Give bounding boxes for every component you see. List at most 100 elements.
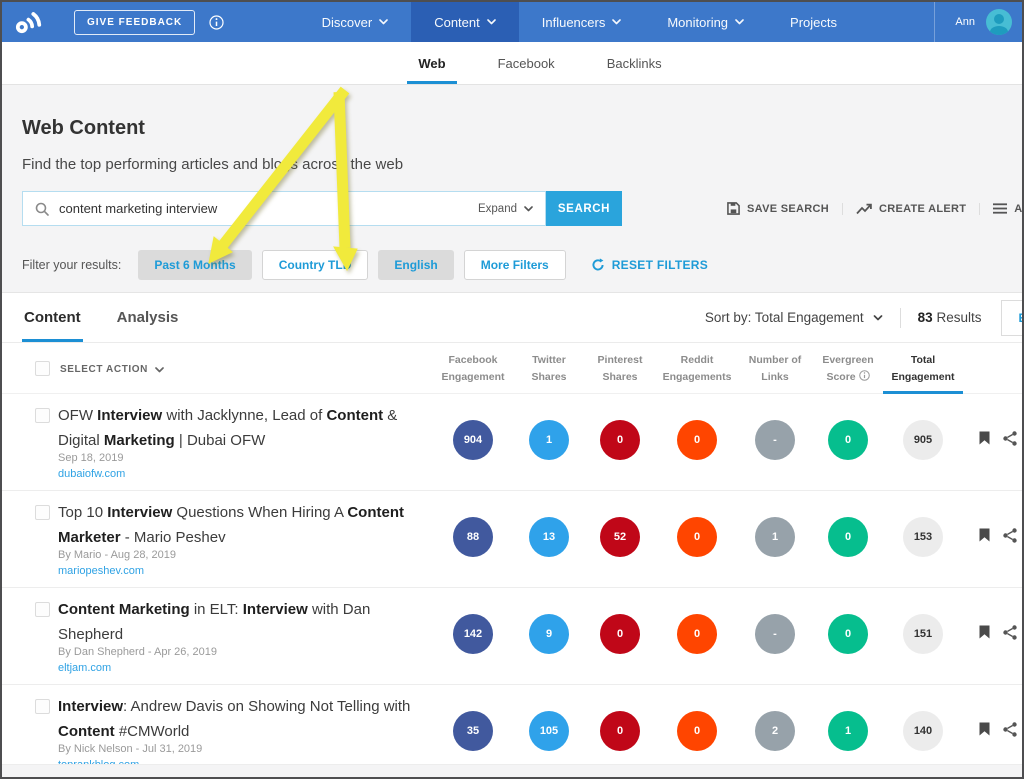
active-tab-underline	[407, 81, 456, 84]
create-alert-button[interactable]: CREATE ALERT	[842, 203, 979, 215]
title-text: : Andrew Davis on Showing Not Telling wi…	[123, 698, 410, 715]
share-icon	[1003, 722, 1017, 737]
save-icon	[727, 202, 740, 215]
bookmark-button[interactable]	[979, 625, 990, 639]
keyword-highlight: Content	[58, 723, 115, 740]
select-all-checkbox[interactable]	[35, 361, 50, 376]
chevron-down-icon	[735, 19, 744, 25]
nav-item-influencers[interactable]: Influencers	[519, 2, 645, 42]
metric-evergreen-score: 0	[828, 614, 868, 654]
chevron-down-icon	[487, 19, 496, 25]
select-action-dropdown[interactable]: SELECT ACTION	[60, 364, 164, 375]
results-tab-content[interactable]: Content	[24, 293, 81, 342]
metric-evergreen-score: 0	[828, 420, 868, 460]
metric-pinterest-shares: 0	[600, 420, 640, 460]
metric-reddit-engagements: 0	[677, 711, 717, 751]
bookmark-button[interactable]	[979, 431, 990, 445]
result-title-link[interactable]: Content Marketing in ELT: Interview with…	[58, 597, 438, 647]
share-button[interactable]	[1003, 722, 1017, 737]
search-button[interactable]: SEARCH	[546, 191, 622, 226]
save-search-button[interactable]: SAVE SEARCH	[714, 202, 842, 215]
reset-filters-button[interactable]: RESET FILTERS	[591, 258, 708, 272]
result-domain-link[interactable]: mariopeshev.com	[58, 565, 144, 577]
info-icon[interactable]	[209, 15, 224, 30]
share-button[interactable]	[1003, 528, 1017, 543]
column-label: Score	[826, 371, 855, 383]
expand-dropdown[interactable]: Expand	[478, 203, 533, 215]
action-label: ALL SAVED SEA	[1014, 203, 1024, 215]
metric-twitter-shares: 9	[529, 614, 569, 654]
row-checkbox[interactable]	[35, 699, 50, 714]
nav-item-monitoring[interactable]: Monitoring	[644, 2, 767, 42]
result-domain-link[interactable]: dubaiofw.com	[58, 468, 125, 480]
row-checkbox[interactable]	[35, 505, 50, 520]
column-label: Evergreen	[822, 354, 873, 366]
filter-chip-english[interactable]: English	[378, 250, 453, 280]
refresh-icon	[591, 258, 605, 272]
main-menu: Discover Content InfluencersMonitoring Proj…	[299, 2, 860, 42]
results-toolbar: Content Analysis Sort by: Total Engagemen…	[2, 293, 1022, 342]
nav-item-content[interactable]: Content	[411, 2, 519, 42]
give-feedback-button[interactable]: GIVE FEEDBACK	[74, 10, 195, 35]
nav-item-discover[interactable]: Discover	[299, 2, 412, 42]
buzzsumo-logo-icon[interactable]	[12, 2, 42, 42]
bookmark-icon	[979, 528, 990, 542]
tab-label: Facebook	[498, 56, 555, 71]
nav-item-label: Content	[434, 15, 480, 30]
nav-item-projects[interactable]: Projects	[767, 2, 860, 42]
keyword-highlight: Interview	[58, 698, 123, 715]
metric-total-engagement: 153	[903, 517, 943, 557]
tab-facebook[interactable]: Facebook	[495, 42, 558, 84]
content-type-tabs: Web Facebook Backlinks	[2, 42, 1022, 85]
share-icon	[1003, 528, 1017, 543]
search-query-text: content marketing interview	[59, 201, 217, 216]
results-tab-label: Analysis	[117, 309, 179, 326]
share-button[interactable]	[1003, 625, 1017, 640]
column-label: Facebook	[448, 354, 497, 366]
column-label: Shares	[602, 371, 637, 383]
sort-by-dropdown[interactable]: Sort by: Total Engagement	[705, 310, 883, 325]
title-text: Top 10	[58, 504, 107, 521]
results-tab-analysis[interactable]: Analysis	[117, 293, 179, 342]
bookmark-button[interactable]	[979, 722, 990, 736]
metric-number-of-links: 2	[755, 711, 795, 751]
metric-reddit-engagements: 0	[677, 517, 717, 557]
list-icon	[993, 203, 1007, 214]
bookmark-icon	[979, 722, 990, 736]
user-avatar[interactable]	[986, 9, 1012, 35]
filter-chip-past-6-months[interactable]: Past 6 Months	[138, 250, 251, 280]
filter-chip-more-filters[interactable]: More Filters	[464, 250, 566, 280]
search-actions: SAVE SEARCHCREATE ALERT ALL SAVED SEA	[714, 191, 1024, 226]
result-title-link[interactable]: OFW Interview with Jacklynne, Lead of Co…	[58, 403, 438, 453]
title-text: with Jacklynne, Lead of	[162, 407, 326, 424]
result-domain-link[interactable]: eltjam.com	[58, 662, 111, 674]
table-row: Interview: Andrew Davis on Showing Not T…	[2, 685, 1022, 765]
export-button[interactable]: EXPOR	[1001, 300, 1024, 336]
result-domain-link[interactable]: toprankblog.com	[58, 759, 139, 765]
tab-backlinks[interactable]: Backlinks	[604, 42, 665, 84]
metric-evergreen-score: 1	[828, 711, 868, 751]
table-header: SELECT ACTION FacebookEngagementTwitterS…	[2, 342, 1022, 394]
nav-item-label: Projects	[790, 15, 837, 30]
result-meta: Sep 18, 2019	[58, 452, 123, 464]
page-subtitle: Find the top performing articles and blo…	[22, 156, 1002, 173]
keyword-highlight: Interview	[97, 407, 162, 424]
bookmark-icon	[979, 431, 990, 445]
keyword-highlight: Interview	[107, 504, 172, 521]
all-saved-sea-button[interactable]: ALL SAVED SEA	[979, 203, 1024, 215]
metric-pinterest-shares: 52	[600, 517, 640, 557]
tab-web[interactable]: Web	[415, 42, 448, 84]
search-input[interactable]: content marketing interview Expand	[22, 191, 546, 226]
row-checkbox[interactable]	[35, 408, 50, 423]
results-count: 83 Results	[918, 310, 982, 325]
bookmark-button[interactable]	[979, 528, 990, 542]
row-checkbox[interactable]	[35, 602, 50, 617]
metric-total-engagement: 151	[903, 614, 943, 654]
result-title-link[interactable]: Top 10 Interview Questions When Hiring A…	[58, 500, 438, 550]
search-icon	[35, 202, 49, 216]
share-button[interactable]	[1003, 431, 1017, 446]
chevron-down-icon	[524, 206, 533, 212]
filter-chip-country-tld[interactable]: Country TLD	[262, 250, 369, 280]
result-title-link[interactable]: Interview: Andrew Davis on Showing Not T…	[58, 694, 438, 744]
chevron-down-icon	[379, 19, 388, 25]
